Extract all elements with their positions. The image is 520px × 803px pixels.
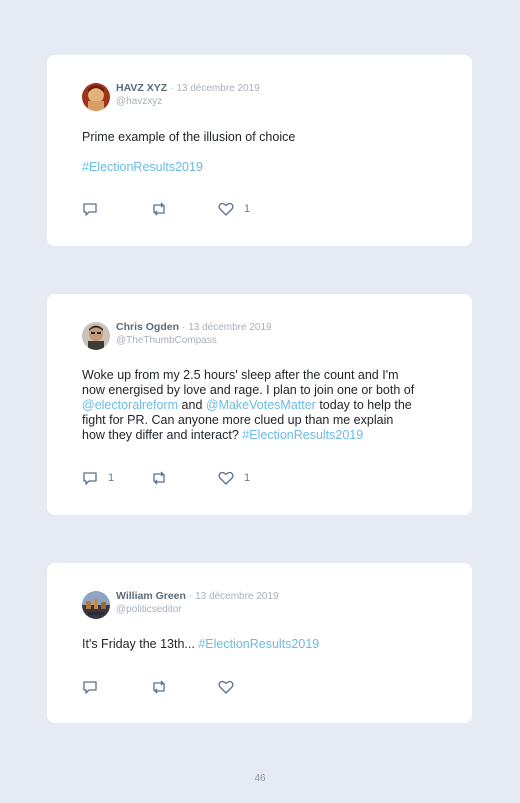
tweet-date[interactable]: 13 décembre 2019 [176,83,259,94]
tweet-header: Chris Ogden · 13 décembre 2019 @TheThumb… [82,322,272,350]
separator: · [188,591,193,602]
tweet-date[interactable]: 13 décembre 2019 [188,322,271,333]
like-button[interactable]: 1 [218,471,250,485]
tweet-header: HAVZ XYZ · 13 décembre 2019 @havzxyz [82,83,260,111]
tweet-card: William Green · 13 décembre 2019 @politi… [47,563,472,723]
reply-button[interactable] [82,680,108,694]
separator: · [181,322,186,333]
reply-icon [83,681,97,694]
author-name[interactable]: Chris Ogden [116,321,179,333]
tweet-date[interactable]: 13 décembre 2019 [195,591,278,602]
tweet-fragment: how they differ and interact? [82,428,243,442]
author-handle[interactable]: @TheThumbCompass [116,336,272,346]
heart-icon [218,680,234,694]
heart-icon [218,202,234,216]
tweet-text: Prime example of the illusion of choice … [82,130,438,175]
like-count: 1 [244,203,251,215]
avatar[interactable] [82,83,110,111]
avatar[interactable] [82,322,110,350]
retweet-button[interactable] [150,202,178,216]
tweet-card: HAVZ XYZ · 13 décembre 2019 @havzxyz Pri… [47,55,472,246]
tweet-line: Prime example of the illusion of choice [82,130,296,144]
tweet-line: now energised by love and rage. I plan t… [82,383,415,397]
tweet-line: Woke up from my 2.5 hours' sleep after t… [82,368,399,382]
tweet-actions: 1 [82,202,438,218]
tweet-text: Woke up from my 2.5 hours' sleep after t… [82,368,438,443]
reply-button[interactable]: 1 [82,471,114,485]
tweet-line: how they differ and interact? #ElectionR… [82,428,438,443]
mention-link[interactable]: @MakeVotesMatter [206,398,316,412]
tweet-fragment: It's Friday the 13th... [82,637,199,651]
hashtag-link[interactable]: #ElectionResults2019 [198,637,319,651]
reply-count: 1 [108,472,115,484]
like-button[interactable]: 1 [218,202,250,216]
hashtag-link[interactable]: #ElectionResults2019 [82,160,203,174]
reply-button[interactable] [82,202,108,216]
author-name[interactable]: HAVZ XYZ [116,82,167,94]
separator: · [170,83,174,94]
tweet-line: It's Friday the 13th... #ElectionResults… [82,637,438,652]
retweet-icon [153,680,165,694]
tweet-line: fight for PR. Can anyone more clued up t… [82,413,394,427]
heart-icon [218,471,234,485]
tweet-fragment: today to help the [315,398,412,412]
retweet-icon [153,202,165,216]
tweet-actions [82,680,438,696]
mention-link[interactable]: @electoralreform [82,398,178,412]
tweet-card: Chris Ogden · 13 décembre 2019 @TheThumb… [47,294,472,515]
like-button[interactable] [218,680,244,694]
author-handle[interactable]: @havzxyz [116,97,260,107]
page-number: 46 [254,773,266,784]
retweet-button[interactable] [150,680,178,694]
tweet-line: @electoralreform and @MakeVotesMatter to… [82,398,438,413]
reply-icon [83,203,97,216]
retweet-icon [153,471,165,485]
reply-icon [83,472,97,485]
author-handle[interactable]: @politicseditor [116,605,279,615]
avatar[interactable] [82,591,110,619]
retweet-button[interactable] [150,471,178,485]
tweet-actions: 1 1 [82,471,438,487]
like-count: 1 [244,472,251,484]
tweet-fragment: and [178,398,206,412]
author-name[interactable]: William Green [116,590,186,602]
tweet-text: It's Friday the 13th... #ElectionResults… [82,637,438,652]
tweet-header: William Green · 13 décembre 2019 @politi… [82,591,279,619]
hashtag-link[interactable]: #ElectionResults2019 [242,428,363,442]
